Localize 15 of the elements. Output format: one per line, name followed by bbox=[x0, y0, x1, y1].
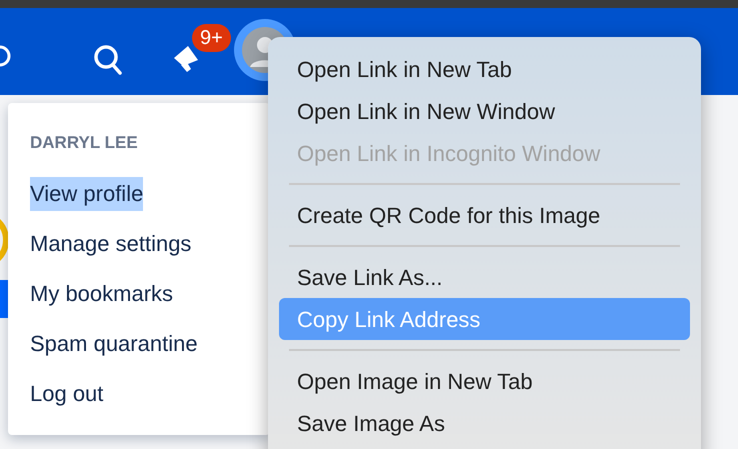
user-name: DARRYL LEE bbox=[30, 132, 139, 154]
context-menu-item[interactable]: Open Link in New Window bbox=[279, 90, 690, 132]
search-icon[interactable] bbox=[93, 44, 123, 76]
menu-item[interactable]: Manage settings bbox=[30, 227, 192, 261]
create-icon[interactable] bbox=[0, 43, 12, 69]
notification-badge: 9+ bbox=[192, 24, 231, 52]
context-menu-item[interactable]: Save Image As bbox=[279, 402, 690, 444]
context-menu-item[interactable]: Save Link As... bbox=[279, 256, 690, 298]
menu-item[interactable]: Spam quarantine bbox=[30, 327, 198, 361]
menu-item[interactable]: View profile bbox=[30, 177, 144, 211]
context-menu-item[interactable]: Create QR Code for this Image bbox=[279, 194, 690, 236]
menu-item[interactable]: My bookmarks bbox=[30, 277, 174, 311]
menu-item[interactable]: Log out bbox=[30, 377, 104, 411]
context-menu-item[interactable]: Open Image in New Tab bbox=[279, 360, 690, 402]
context-menu-item[interactable]: Open Link in New Tab bbox=[279, 48, 690, 90]
